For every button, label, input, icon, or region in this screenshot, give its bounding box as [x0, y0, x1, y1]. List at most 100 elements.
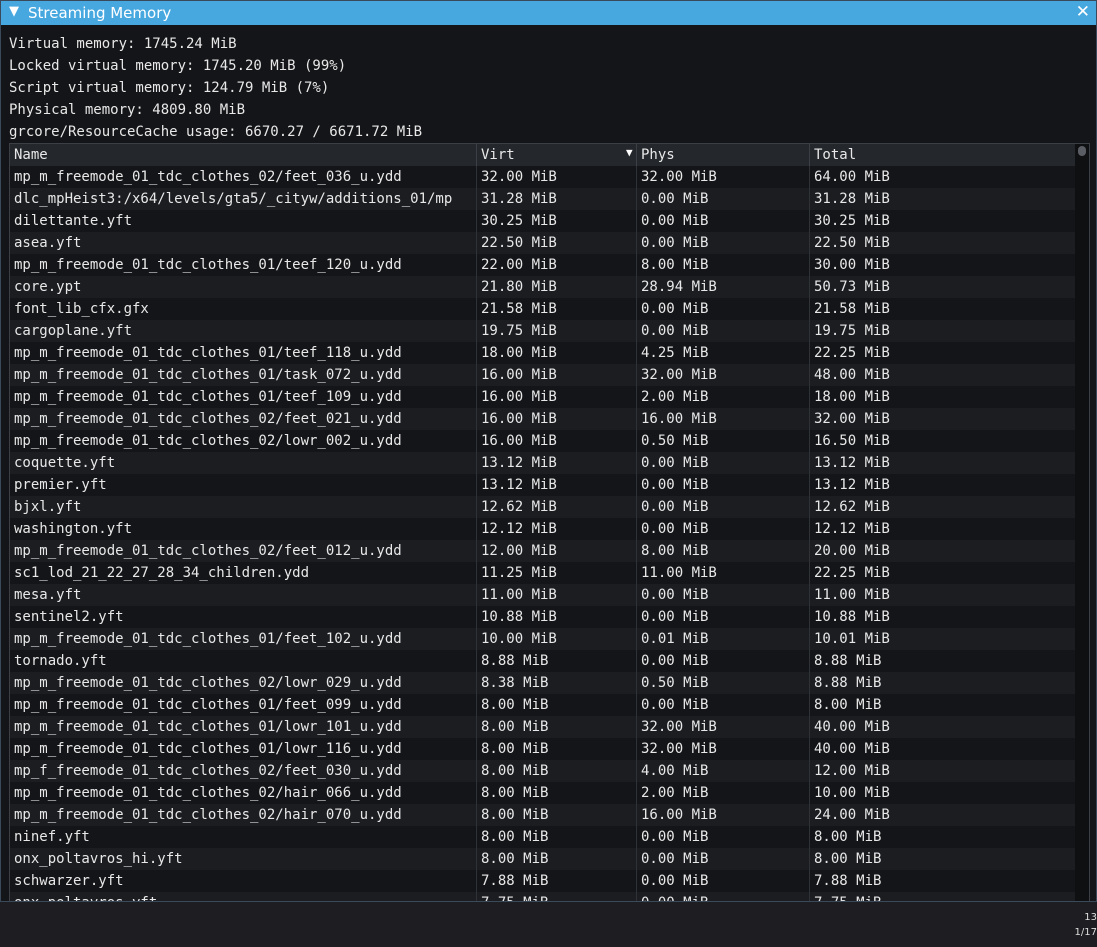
cell-name: mp_f_freemode_01_tdc_clothes_02/feet_030… — [14, 763, 402, 779]
header-phys[interactable]: Phys — [636, 144, 809, 166]
cell-virt: 8.00 MiB — [476, 782, 636, 804]
cell-name: mp_m_freemode_01_tdc_clothes_01/lowr_116… — [14, 741, 402, 757]
table-row[interactable]: sc1_lod_21_22_27_28_34_children.ydd 11.25… — [10, 562, 1076, 584]
cell-virt: 10.00 MiB — [476, 628, 636, 650]
table-row[interactable]: mp_m_freemode_01_tdc_clothes_01/task_072… — [10, 364, 1076, 386]
table-row[interactable]: ninef.yft 8.00 MiB 0.00 MiB 8.00 MiB — [10, 826, 1076, 848]
table-row[interactable]: mp_m_freemode_01_tdc_clothes_01/teef_109… — [10, 386, 1076, 408]
cell-phys: 0.00 MiB — [636, 848, 809, 870]
cell-virt: 8.88 MiB — [476, 650, 636, 672]
cell-total: 40.00 MiB — [809, 738, 1076, 760]
table-row[interactable]: asea.yft 22.50 MiB 0.00 MiB 22.50 MiB — [10, 232, 1076, 254]
table-row[interactable]: mp_m_freemode_01_tdc_clothes_02/hair_070… — [10, 804, 1076, 826]
table-row[interactable]: mp_m_freemode_01_tdc_clothes_02/feet_036… — [10, 166, 1076, 188]
cell-virt: 8.00 MiB — [476, 760, 636, 782]
cell-virt: 16.00 MiB — [476, 364, 636, 386]
table-row[interactable]: bjxl.yft 12.62 MiB 0.00 MiB 12.62 MiB — [10, 496, 1076, 518]
table-row[interactable]: font_lib_cfx.gfx 21.58 MiB 0.00 MiB 21.58 M… — [10, 298, 1076, 320]
header-virt[interactable]: Virt ▼ — [476, 144, 636, 166]
table-row[interactable]: mp_m_freemode_01_tdc_clothes_02/feet_012… — [10, 540, 1076, 562]
table-row[interactable]: onx_poltavros_hi.yft 8.00 MiB 0.00 MiB 8.00… — [10, 848, 1076, 870]
cell-virt: 21.80 MiB — [476, 276, 636, 298]
cell-phys: 0.00 MiB — [636, 320, 809, 342]
table-row[interactable]: dilettante.yft 30.25 MiB 0.00 MiB 30.25 MiB — [10, 210, 1076, 232]
streaming-memory-window: ▼ Streaming Memory ✕ Virtual memory: 174… — [0, 0, 1097, 902]
table-row[interactable]: onx_poltavros.yft7.75 MiB0.00 MiB7.75 Mi… — [10, 892, 1076, 901]
table-row[interactable]: mp_m_freemode_01_tdc_clothes_01/lowr_116… — [10, 738, 1076, 760]
cell-name: asea.yft — [14, 235, 82, 251]
cell-name: premier.yft — [14, 477, 107, 493]
table-row[interactable]: core.ypt 21.80 MiB 28.94 MiB 50.73 MiB — [10, 276, 1076, 298]
cell-virt: 7.75 MiB — [476, 892, 636, 901]
cell-virt: 11.00 MiB — [476, 584, 636, 606]
table-row[interactable]: mp_m_freemode_01_tdc_clothes_02/hair_066… — [10, 782, 1076, 804]
cell-total: 22.25 MiB — [809, 562, 1076, 584]
cell-phys: 0.00 MiB — [636, 232, 809, 254]
cell-phys: 11.00 MiB — [636, 562, 809, 584]
table-row[interactable]: dlc_mpHeist3:/x64/levels/gta5/_cityw/add… — [10, 188, 1076, 210]
window-titlebar[interactable]: ▼ Streaming Memory ✕ — [1, 1, 1096, 25]
cell-total: 24.00 MiB — [809, 804, 1076, 826]
cell-name: mp_m_freemode_01_tdc_clothes_01/teef_109… — [14, 389, 402, 405]
cell-total: 32.00 MiB — [809, 408, 1076, 430]
cell-phys: 0.50 MiB — [636, 672, 809, 694]
cell-virt: 11.25 MiB — [476, 562, 636, 584]
cell-total: 12.00 MiB — [809, 760, 1076, 782]
cell-total: 13.12 MiB — [809, 452, 1076, 474]
cell-virt: 10.88 MiB — [476, 606, 636, 628]
triangle-down-icon[interactable]: ▼ — [9, 4, 19, 19]
cell-name: mp_m_freemode_01_tdc_clothes_02/lowr_002… — [14, 433, 402, 449]
table-row[interactable]: sentinel2.yft 10.88 MiB 0.00 MiB 10.88 MiB — [10, 606, 1076, 628]
cell-phys: 0.50 MiB — [636, 430, 809, 452]
scrollbar-thumb[interactable] — [1078, 146, 1086, 156]
cell-phys: 32.00 MiB — [636, 738, 809, 760]
header-name[interactable]: Name — [10, 144, 476, 166]
table-row[interactable]: mesa.yft 11.00 MiB 0.00 MiB 11.00 MiB — [10, 584, 1076, 606]
taskbar: 13 1/17 — [0, 902, 1097, 947]
table-row[interactable]: schwarzer.yft 7.88 MiB 0.00 MiB 7.88 MiB — [10, 870, 1076, 892]
cell-total: 10.00 MiB — [809, 782, 1076, 804]
cell-name: bjxl.yft — [14, 499, 82, 515]
table-row[interactable]: mp_m_freemode_01_tdc_clothes_01/feet_099… — [10, 694, 1076, 716]
table-row[interactable]: mp_m_freemode_01_tdc_clothes_01/lowr_101… — [10, 716, 1076, 738]
cell-name: sentinel2.yft — [14, 609, 124, 625]
cell-total: 13.12 MiB — [809, 474, 1076, 496]
table-row[interactable]: cargoplane.yft 19.75 MiB 0.00 MiB 19.75 MiB — [10, 320, 1076, 342]
header-total[interactable]: Total — [809, 144, 1076, 166]
table-row[interactable]: mp_m_freemode_01_tdc_clothes_02/lowr_029… — [10, 672, 1076, 694]
cell-phys: 16.00 MiB — [636, 408, 809, 430]
cell-phys: 0.01 MiB — [636, 628, 809, 650]
clock-time: 13 — [1084, 912, 1097, 923]
cell-virt: 18.00 MiB — [476, 342, 636, 364]
cell-phys: 2.00 MiB — [636, 782, 809, 804]
cell-name: mp_m_freemode_01_tdc_clothes_02/hair_070… — [14, 807, 402, 823]
taskbar-clock[interactable]: 13 1/17 — [1075, 910, 1097, 940]
cell-virt: 16.00 MiB — [476, 430, 636, 452]
table-row[interactable]: premier.yft 13.12 MiB 0.00 MiB 13.12 MiB — [10, 474, 1076, 496]
cell-phys: 0.00 MiB — [636, 892, 809, 901]
table-row[interactable]: washington.yft 12.12 MiB 0.00 MiB 12.12 MiB — [10, 518, 1076, 540]
table-row[interactable]: coquette.yft 13.12 MiB 0.00 MiB 13.12 MiB — [10, 452, 1076, 474]
table-row[interactable]: mp_m_freemode_01_tdc_clothes_01/feet_102… — [10, 628, 1076, 650]
table-row[interactable]: tornado.yft 8.88 MiB 0.00 MiB 8.88 MiB — [10, 650, 1076, 672]
cell-total: 50.73 MiB — [809, 276, 1076, 298]
cell-phys: 0.00 MiB — [636, 870, 809, 892]
vertical-scrollbar[interactable] — [1075, 144, 1089, 901]
table-row[interactable]: mp_m_freemode_01_tdc_clothes_01/teef_120… — [10, 254, 1076, 276]
table-row[interactable]: mp_f_freemode_01_tdc_clothes_02/feet_030… — [10, 760, 1076, 782]
cell-name: cargoplane.yft — [14, 323, 133, 339]
cell-phys: 0.00 MiB — [636, 584, 809, 606]
cell-name: mp_m_freemode_01_tdc_clothes_02/feet_021… — [14, 411, 402, 427]
cell-virt: 8.00 MiB — [476, 716, 636, 738]
cell-phys: 2.00 MiB — [636, 386, 809, 408]
table-row[interactable]: mp_m_freemode_01_tdc_clothes_01/teef_118… — [10, 342, 1076, 364]
close-icon[interactable]: ✕ — [1076, 2, 1090, 22]
cell-phys: 32.00 MiB — [636, 364, 809, 386]
cell-phys: 0.00 MiB — [636, 496, 809, 518]
cell-virt: 30.25 MiB — [476, 210, 636, 232]
table-row[interactable]: mp_m_freemode_01_tdc_clothes_02/lowr_002… — [10, 430, 1076, 452]
cell-total: 31.28 MiB — [809, 188, 1076, 210]
table-row[interactable]: mp_m_freemode_01_tdc_clothes_02/feet_021… — [10, 408, 1076, 430]
cell-total: 8.00 MiB — [809, 694, 1076, 716]
cell-total: 8.88 MiB — [809, 672, 1076, 694]
